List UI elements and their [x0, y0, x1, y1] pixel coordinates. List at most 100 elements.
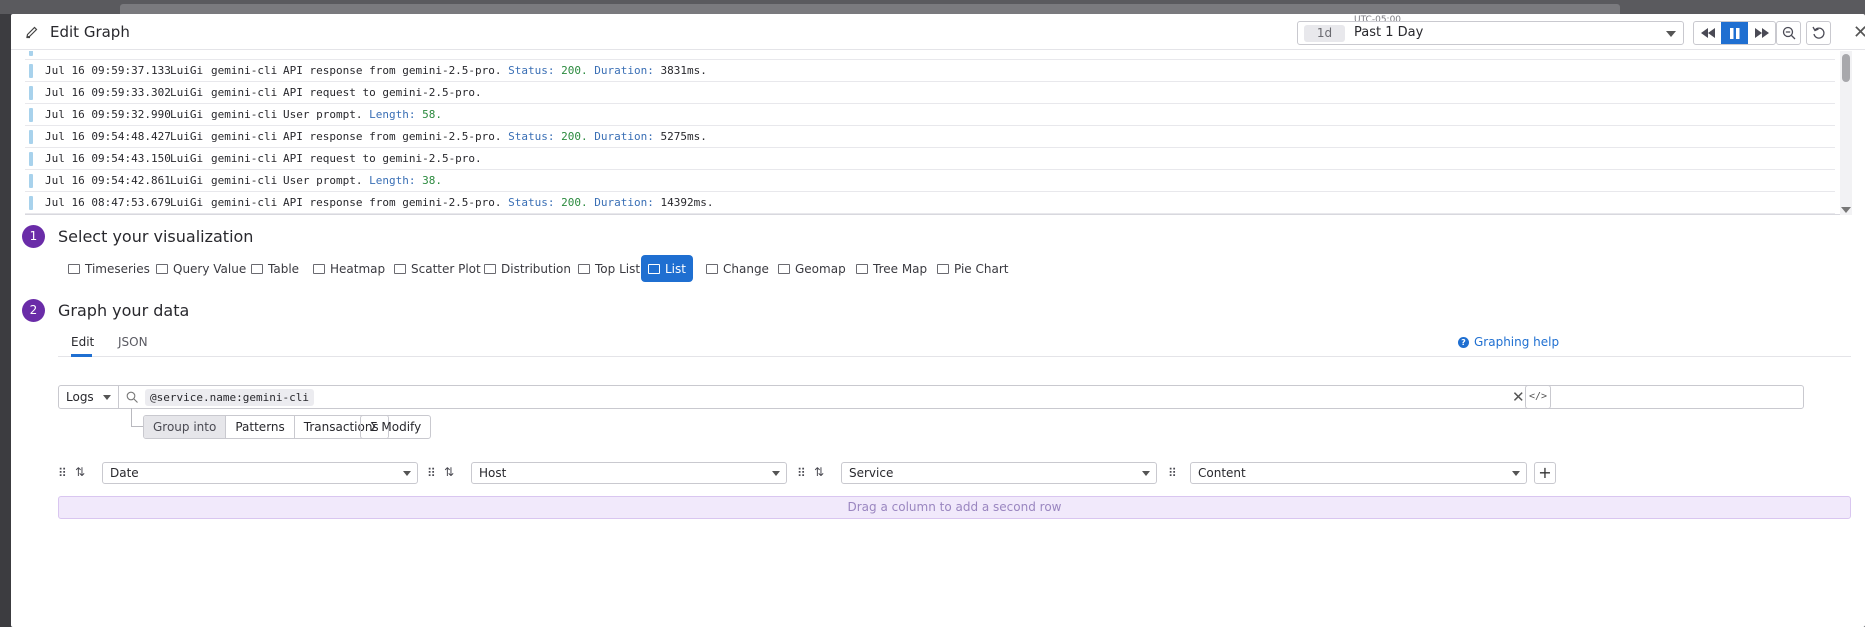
viz-label: Tree Map: [873, 261, 928, 276]
pause-button[interactable]: [1721, 22, 1748, 44]
step-1-badge: 1: [22, 225, 45, 248]
log-row[interactable]: Jul 16 09:59:32.990 LuiGi gemini-cli User p…: [25, 104, 1835, 126]
modify-label: Modify: [381, 420, 422, 434]
clear-icon[interactable]: ✕: [1512, 388, 1525, 406]
log-message: API response from gemini-2.5-pro.: [283, 64, 502, 77]
status-bar: [29, 174, 33, 188]
drag-handle-icon[interactable]: ⠿: [427, 466, 436, 480]
viz-option-geomap[interactable]: Geomap: [771, 255, 853, 282]
duration-key: Duration:: [594, 130, 654, 143]
viz-option-top-list[interactable]: Top List: [571, 255, 647, 282]
viz-option-query-value[interactable]: Query Value: [149, 255, 253, 282]
sort-icon[interactable]: ⇅: [75, 465, 85, 479]
status-bar: [29, 86, 33, 100]
search-filter-chip[interactable]: @service.name:gemini-cli: [145, 389, 314, 406]
log-row[interactable]: Jul 16 09:59:37.133 LuiGi gemini-cli API re…: [25, 60, 1835, 82]
sort-icon[interactable]: ⇅: [814, 465, 824, 479]
viz-option-table[interactable]: Table: [244, 255, 306, 282]
group-option-group-into[interactable]: Group into: [144, 416, 227, 438]
group-mode-selector: Group into Patterns Transactions: [143, 415, 389, 439]
code-toggle-button[interactable]: </>: [1525, 385, 1551, 409]
drag-handle-icon[interactable]: ⠿: [1168, 466, 1177, 480]
log-message: API request to gemini-2.5-pro.: [283, 86, 482, 99]
chevron-down-icon: [1666, 31, 1676, 37]
viz-option-timeseries[interactable]: Timeseries: [61, 255, 157, 282]
column-select[interactable]: Host: [471, 462, 787, 484]
log-date: Jul 16 09:59:33.302: [45, 86, 171, 99]
viz-label: Distribution: [501, 261, 572, 276]
log-service: gemini-cli: [211, 196, 278, 209]
close-icon[interactable]: ✕: [1853, 22, 1865, 43]
chevron-down-icon: [772, 471, 780, 476]
column-select[interactable]: Content: [1190, 462, 1527, 484]
tab-json[interactable]: JSON: [118, 335, 148, 349]
rewind-button[interactable]: [1694, 22, 1721, 44]
drag-handle-icon[interactable]: ⠿: [58, 466, 67, 480]
scroll-thumb[interactable]: [1842, 54, 1850, 82]
viz-option-list[interactable]: List: [641, 255, 693, 282]
zoom-out-button[interactable]: [1776, 21, 1801, 45]
log-row[interactable]: Jul 16 09:54:43.150 LuiGi gemini-cli API re…: [25, 148, 1835, 170]
log-message: API response from gemini-2.5-pro.: [283, 130, 502, 143]
step-1-title: Select your visualization: [58, 227, 254, 246]
tree-map-icon: [856, 263, 868, 274]
log-scrollbar[interactable]: [1840, 51, 1852, 215]
step-2-badge: 2: [22, 299, 45, 322]
data-source-value: Logs: [66, 390, 94, 404]
graphing-help-link[interactable]: ? Graphing help: [1458, 335, 1559, 349]
viz-option-pie-chart[interactable]: Pie Chart: [930, 255, 1015, 282]
viz-label: Pie Chart: [954, 261, 1009, 276]
sort-icon[interactable]: ⇅: [444, 465, 454, 479]
column-value: Content: [1198, 466, 1246, 480]
tab-edit[interactable]: Edit: [71, 335, 94, 349]
log-row[interactable]: Jul 16 09:54:48.427 LuiGi gemini-cli API re…: [25, 126, 1835, 148]
plus-icon: +: [1538, 463, 1552, 482]
log-service: gemini-cli: [211, 174, 278, 187]
time-range-select[interactable]: 1d Past 1 Day: [1297, 21, 1684, 45]
log-row[interactable]: Jul 16 08:47:53.679 LuiGi gemini-cli API re…: [25, 192, 1835, 214]
fast-forward-button[interactable]: [1748, 22, 1775, 44]
column-dropzone[interactable]: Drag a column to add a second row: [58, 496, 1851, 519]
table-icon: [251, 263, 263, 274]
modal-header: Edit Graph UTC-05:00 1d Past 1 Day ✕: [11, 14, 1865, 50]
column-select[interactable]: Service: [841, 462, 1157, 484]
reset-button[interactable]: [1806, 21, 1831, 45]
log-row[interactable]: Jul 16 09:54:42.861 LuiGi gemini-cli User p…: [25, 170, 1835, 192]
active-tab-indicator: [71, 354, 92, 357]
column-select[interactable]: Date: [102, 462, 418, 484]
status-key: Status:: [508, 196, 555, 209]
column-value: Date: [110, 466, 139, 480]
viz-option-scatter-plot[interactable]: Scatter Plot: [387, 255, 488, 282]
log-date: Jul 16 09:59:37.133: [45, 64, 171, 77]
change-icon: [706, 263, 718, 274]
heatmap-icon: [313, 263, 325, 274]
group-option-patterns[interactable]: Patterns: [226, 416, 295, 438]
log-row[interactable]: Jul 16 09:59:33.302 LuiGi gemini-cli API re…: [25, 82, 1835, 104]
modify-button[interactable]: Σ Modify: [360, 415, 432, 439]
viz-label: Query Value: [173, 261, 247, 276]
edit-graph-modal: Edit Graph UTC-05:00 1d Past 1 Day ✕ Jul…: [11, 14, 1865, 627]
scroll-down-icon[interactable]: [1841, 207, 1851, 213]
status-bar: [29, 196, 33, 210]
duration-value: 5275ms.: [660, 130, 707, 143]
viz-label: Table: [268, 261, 300, 276]
data-source-select[interactable]: Logs: [59, 386, 119, 408]
list-icon: [648, 263, 660, 274]
time-badge: 1d: [1304, 25, 1345, 42]
log-host: LuiGi: [170, 152, 204, 165]
length-key: Length:: [369, 108, 416, 121]
viz-option-heatmap[interactable]: Heatmap: [306, 255, 392, 282]
pencil-icon: [26, 26, 38, 39]
add-column-button[interactable]: +: [1534, 462, 1556, 484]
log-host: LuiGi: [170, 64, 204, 77]
log-row-partial: [25, 51, 1835, 60]
viz-option-change[interactable]: Change: [699, 255, 776, 282]
viz-option-tree-map[interactable]: Tree Map: [849, 255, 934, 282]
log-message: API request to gemini-2.5-pro.: [283, 152, 482, 165]
viz-option-distribution[interactable]: Distribution: [477, 255, 578, 282]
status-bar: [29, 152, 33, 166]
viz-label: Scatter Plot: [411, 261, 481, 276]
status-value: 200.: [561, 64, 588, 77]
status-value: 200.: [561, 196, 588, 209]
drag-handle-icon[interactable]: ⠿: [797, 466, 806, 480]
